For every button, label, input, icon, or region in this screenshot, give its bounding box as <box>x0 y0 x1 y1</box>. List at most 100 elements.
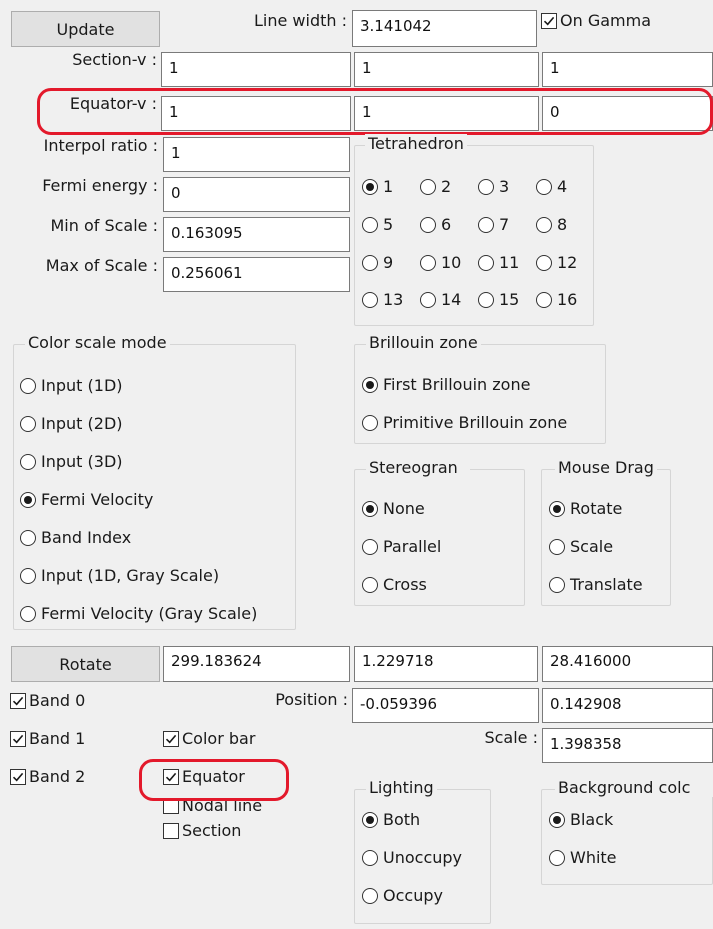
tetrahedron-title: Tetrahedron <box>365 134 467 153</box>
radio-icon <box>478 216 494 233</box>
tetrahedron-option-6[interactable]: 6 <box>420 215 451 234</box>
section-v-field-3[interactable]: 1 <box>542 52 713 87</box>
section-v-field-1[interactable]: 1 <box>161 52 351 87</box>
update-button[interactable]: Update <box>11 11 160 47</box>
stereogram-option-label: Parallel <box>383 537 442 556</box>
display-checkbox-color-bar[interactable]: Color bar <box>163 729 255 748</box>
stereogram-option-cross[interactable]: Cross <box>362 575 427 594</box>
lighting-option-occupy[interactable]: Occupy <box>362 886 443 905</box>
tetrahedron-option-label: 12 <box>557 253 578 272</box>
rotate-z-field[interactable]: 28.416000 <box>542 646 713 682</box>
tetrahedron-option-4[interactable]: 4 <box>536 177 567 196</box>
brillouin-title: Brillouin zone <box>366 333 481 352</box>
tetrahedron-option-2[interactable]: 2 <box>420 177 451 196</box>
radio-icon <box>536 291 552 308</box>
tetrahedron-option-16[interactable]: 16 <box>536 290 577 309</box>
stereogram-option-label: Cross <box>383 575 427 594</box>
tetrahedron-option-3[interactable]: 3 <box>478 177 509 196</box>
checkbox-checked-icon <box>10 768 26 785</box>
rotate-x-field[interactable]: 299.183624 <box>163 646 350 682</box>
on-gamma-checkbox[interactable]: On Gamma <box>541 11 651 30</box>
tetrahedron-option-9[interactable]: 9 <box>362 253 393 272</box>
band-checkbox-band-0[interactable]: Band 0 <box>10 691 85 710</box>
tetrahedron-option-label: 7 <box>499 215 510 234</box>
band-checkbox-label: Band 0 <box>29 691 86 710</box>
lighting-title: Lighting <box>366 778 437 797</box>
on-gamma-label: On Gamma <box>560 11 651 30</box>
radio-icon <box>420 216 436 233</box>
color-scale-title: Color scale mode <box>25 333 170 352</box>
radio-icon <box>20 377 36 394</box>
checkbox-checked-icon <box>10 692 26 709</box>
stereogram-title: Stereogran <box>366 458 470 477</box>
tetrahedron-option-15[interactable]: 15 <box>478 290 519 309</box>
color-scale-option-band-index[interactable]: Band Index <box>20 528 131 547</box>
radio-icon <box>20 491 36 508</box>
line-width-field[interactable]: 3.141042 <box>352 10 537 47</box>
stereogram-option-none[interactable]: None <box>362 499 425 518</box>
radio-icon <box>362 887 378 904</box>
background-option-white[interactable]: White <box>549 848 617 867</box>
color-scale-option-input-1d[interactable]: Input (1D) <box>20 376 123 395</box>
brillouin-option-primitive-brillouin-zone[interactable]: Primitive Brillouin zone <box>362 413 567 432</box>
band-checkbox-label: Band 1 <box>29 729 86 748</box>
radio-icon <box>478 254 494 271</box>
tetrahedron-option-label: 3 <box>499 177 510 196</box>
tetrahedron-option-5[interactable]: 5 <box>362 215 393 234</box>
position-x-field[interactable]: -0.059396 <box>352 688 539 723</box>
mouse-drag-option-translate[interactable]: Translate <box>549 575 643 594</box>
radio-icon <box>549 576 565 593</box>
tetrahedron-option-11[interactable]: 11 <box>478 253 519 272</box>
display-checkbox-section[interactable]: Section <box>163 821 241 840</box>
radio-icon <box>549 849 565 866</box>
color-scale-option-label: Fermi Velocity (Gray Scale) <box>41 604 258 623</box>
color-scale-option-input-1d-gray-scale[interactable]: Input (1D, Gray Scale) <box>20 566 219 585</box>
color-scale-option-input-3d[interactable]: Input (3D) <box>20 452 123 471</box>
radio-icon <box>362 811 378 828</box>
tetrahedron-option-label: 2 <box>441 177 452 196</box>
lighting-option-unoccupy[interactable]: Unoccupy <box>362 848 462 867</box>
brillouin-option-first-brillouin-zone[interactable]: First Brillouin zone <box>362 375 530 394</box>
tetrahedron-option-1[interactable]: 1 <box>362 177 393 196</box>
radio-icon <box>536 178 552 195</box>
radio-icon <box>362 376 378 393</box>
mouse-drag-title: Mouse Drag <box>555 458 657 477</box>
position-y-field[interactable]: 0.142908 <box>542 688 713 723</box>
fermi-energy-field[interactable]: 0 <box>163 177 350 212</box>
section-v-field-2[interactable]: 1 <box>354 52 539 87</box>
mouse-drag-option-label: Translate <box>570 575 643 594</box>
lighting-option-label: Both <box>383 810 421 829</box>
scale-field[interactable]: 1.398358 <box>542 728 713 763</box>
mouse-drag-option-rotate[interactable]: Rotate <box>549 499 622 518</box>
tetrahedron-option-12[interactable]: 12 <box>536 253 577 272</box>
radio-icon <box>420 291 436 308</box>
background-option-black[interactable]: Black <box>549 810 613 829</box>
lighting-option-both[interactable]: Both <box>362 810 420 829</box>
mouse-drag-option-scale[interactable]: Scale <box>549 537 613 556</box>
color-scale-option-fermi-velocity-gray-scale[interactable]: Fermi Velocity (Gray Scale) <box>20 604 257 623</box>
radio-icon <box>362 254 378 271</box>
color-scale-option-input-2d[interactable]: Input (2D) <box>20 414 123 433</box>
radio-icon <box>362 216 378 233</box>
radio-icon <box>478 178 494 195</box>
tetrahedron-option-14[interactable]: 14 <box>420 290 461 309</box>
display-checkbox-label: Section <box>182 821 242 840</box>
rotate-y-field[interactable]: 1.229718 <box>354 646 538 682</box>
color-scale-option-fermi-velocity[interactable]: Fermi Velocity <box>20 490 153 509</box>
tetrahedron-option-7[interactable]: 7 <box>478 215 509 234</box>
color-scale-option-label: Input (2D) <box>41 414 123 433</box>
radio-icon <box>20 605 36 622</box>
tetrahedron-option-13[interactable]: 13 <box>362 290 403 309</box>
interpol-ratio-field[interactable]: 1 <box>163 137 350 172</box>
tetrahedron-option-8[interactable]: 8 <box>536 215 567 234</box>
max-scale-field[interactable]: 0.256061 <box>163 257 350 292</box>
stereogram-option-parallel[interactable]: Parallel <box>362 537 441 556</box>
band-checkbox-band-2[interactable]: Band 2 <box>10 767 85 786</box>
tetrahedron-option-10[interactable]: 10 <box>420 253 461 272</box>
band-checkbox-band-1[interactable]: Band 1 <box>10 729 85 748</box>
rotate-button[interactable]: Rotate <box>11 646 160 682</box>
radio-icon <box>549 538 565 555</box>
radio-icon <box>362 576 378 593</box>
radio-icon <box>536 216 552 233</box>
min-scale-field[interactable]: 0.163095 <box>163 217 350 252</box>
